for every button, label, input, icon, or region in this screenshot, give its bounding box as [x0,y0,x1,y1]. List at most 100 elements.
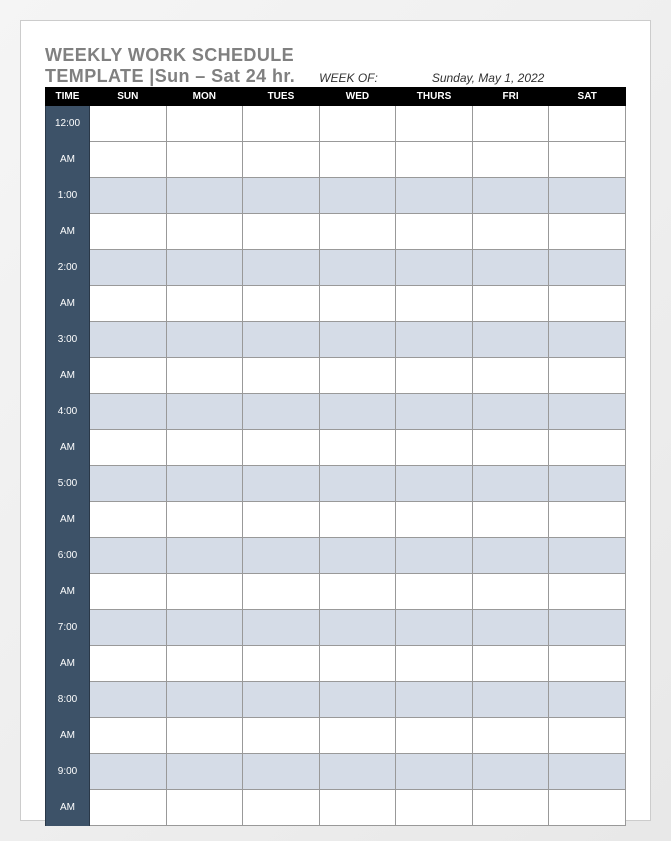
schedule-cell[interactable] [472,718,549,754]
schedule-cell[interactable] [243,790,320,826]
schedule-cell[interactable] [90,106,167,142]
schedule-cell[interactable] [319,250,396,286]
schedule-cell[interactable] [90,466,167,502]
schedule-cell[interactable] [166,214,243,250]
schedule-cell[interactable] [396,646,473,682]
schedule-cell[interactable] [472,142,549,178]
schedule-cell[interactable] [396,358,473,394]
schedule-cell[interactable] [319,790,396,826]
schedule-cell[interactable] [166,790,243,826]
schedule-cell[interactable] [396,538,473,574]
schedule-cell[interactable] [549,682,626,718]
schedule-cell[interactable] [243,394,320,430]
schedule-cell[interactable] [166,610,243,646]
schedule-cell[interactable] [319,430,396,466]
schedule-cell[interactable] [549,718,626,754]
schedule-cell[interactable] [90,430,167,466]
schedule-cell[interactable] [549,250,626,286]
schedule-cell[interactable] [472,646,549,682]
schedule-cell[interactable] [472,754,549,790]
schedule-cell[interactable] [472,502,549,538]
schedule-cell[interactable] [319,646,396,682]
schedule-cell[interactable] [90,790,167,826]
schedule-cell[interactable] [549,610,626,646]
schedule-cell[interactable] [90,610,167,646]
schedule-cell[interactable] [90,214,167,250]
schedule-cell[interactable] [472,322,549,358]
schedule-cell[interactable] [396,286,473,322]
schedule-cell[interactable] [90,502,167,538]
schedule-cell[interactable] [319,754,396,790]
schedule-cell[interactable] [243,610,320,646]
schedule-cell[interactable] [90,178,167,214]
schedule-cell[interactable] [90,142,167,178]
schedule-cell[interactable] [166,754,243,790]
schedule-cell[interactable] [549,142,626,178]
schedule-cell[interactable] [243,286,320,322]
schedule-cell[interactable] [472,286,549,322]
schedule-cell[interactable] [549,178,626,214]
schedule-cell[interactable] [90,394,167,430]
schedule-cell[interactable] [396,178,473,214]
schedule-cell[interactable] [472,178,549,214]
schedule-cell[interactable] [549,574,626,610]
schedule-cell[interactable] [243,538,320,574]
schedule-cell[interactable] [90,574,167,610]
schedule-cell[interactable] [166,538,243,574]
schedule-cell[interactable] [166,142,243,178]
schedule-cell[interactable] [243,466,320,502]
schedule-cell[interactable] [243,250,320,286]
schedule-cell[interactable] [319,142,396,178]
schedule-cell[interactable] [166,466,243,502]
schedule-cell[interactable] [90,682,167,718]
schedule-cell[interactable] [549,502,626,538]
schedule-cell[interactable] [166,430,243,466]
schedule-cell[interactable] [549,538,626,574]
schedule-cell[interactable] [549,214,626,250]
schedule-cell[interactable] [319,394,396,430]
schedule-cell[interactable] [243,178,320,214]
schedule-cell[interactable] [166,718,243,754]
schedule-cell[interactable] [396,214,473,250]
schedule-cell[interactable] [472,790,549,826]
schedule-cell[interactable] [472,214,549,250]
schedule-cell[interactable] [243,754,320,790]
schedule-cell[interactable] [319,718,396,754]
schedule-cell[interactable] [166,286,243,322]
schedule-cell[interactable] [396,466,473,502]
schedule-cell[interactable] [166,106,243,142]
schedule-cell[interactable] [243,322,320,358]
schedule-cell[interactable] [319,322,396,358]
schedule-cell[interactable] [166,250,243,286]
schedule-cell[interactable] [90,754,167,790]
schedule-cell[interactable] [243,502,320,538]
schedule-cell[interactable] [319,682,396,718]
schedule-cell[interactable] [243,358,320,394]
schedule-cell[interactable] [90,718,167,754]
schedule-cell[interactable] [243,646,320,682]
schedule-cell[interactable] [396,142,473,178]
schedule-cell[interactable] [472,106,549,142]
schedule-cell[interactable] [472,430,549,466]
schedule-cell[interactable] [549,646,626,682]
schedule-cell[interactable] [90,358,167,394]
schedule-cell[interactable] [166,178,243,214]
schedule-cell[interactable] [319,610,396,646]
schedule-cell[interactable] [549,790,626,826]
schedule-cell[interactable] [396,502,473,538]
schedule-cell[interactable] [396,322,473,358]
schedule-cell[interactable] [396,610,473,646]
schedule-cell[interactable] [472,250,549,286]
schedule-cell[interactable] [549,286,626,322]
schedule-cell[interactable] [319,178,396,214]
schedule-cell[interactable] [396,394,473,430]
schedule-cell[interactable] [319,466,396,502]
schedule-cell[interactable] [472,466,549,502]
schedule-cell[interactable] [90,322,167,358]
schedule-cell[interactable] [549,466,626,502]
schedule-cell[interactable] [90,538,167,574]
schedule-cell[interactable] [472,682,549,718]
schedule-cell[interactable] [549,754,626,790]
schedule-cell[interactable] [90,250,167,286]
schedule-cell[interactable] [472,394,549,430]
